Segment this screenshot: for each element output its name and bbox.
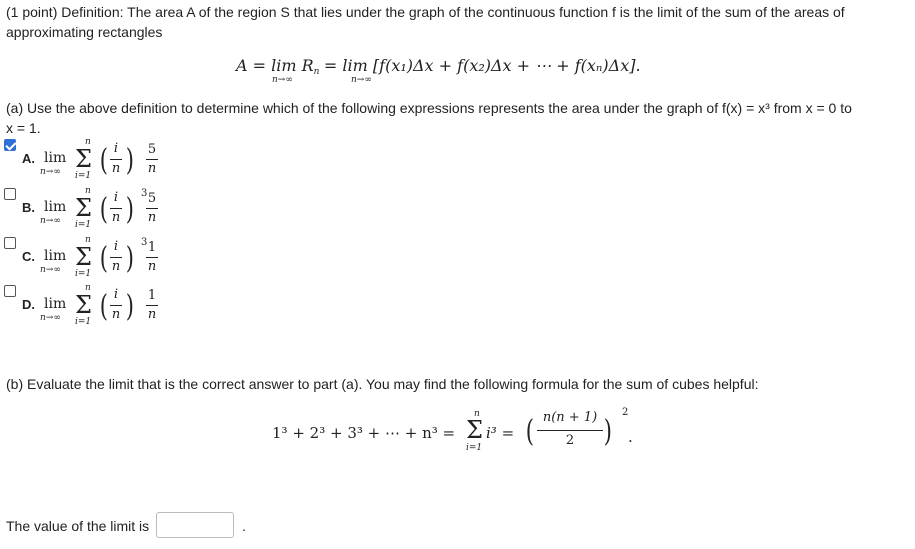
- sum-cubes-left-paren: (: [525, 414, 534, 449]
- part-a-line-1: (a) Use the above definition to determin…: [6, 100, 852, 116]
- option-inner-den: n: [111, 210, 121, 225]
- option-label: C.: [22, 249, 35, 264]
- option-inner-bar: [110, 208, 122, 209]
- option-checkbox-b[interactable]: [4, 188, 16, 200]
- option-inner-num: i: [113, 141, 119, 156]
- sum-cubes-term: i³ =: [486, 424, 515, 442]
- option-inner-bar: [110, 257, 122, 258]
- option-sigma-icon: Σ: [75, 243, 92, 271]
- option-sigma-icon: Σ: [75, 145, 92, 173]
- option-inner-bar: [110, 305, 122, 306]
- answer-input[interactable]: [156, 512, 234, 538]
- option-inner-num: i: [113, 287, 119, 302]
- sum-cubes-frac-den: 2: [565, 433, 575, 448]
- answer-label: The value of the limit is: [6, 518, 150, 534]
- option-bar: [146, 159, 158, 160]
- option-numerator: 5: [147, 191, 157, 206]
- option-denominator: n: [147, 259, 157, 274]
- option-sigma-icon: Σ: [75, 291, 92, 319]
- option-lim-under: n→∞: [40, 265, 61, 275]
- definition-formula: A = lim Rn = lim [f(x₁)Δx + f(x₂)Δx + ⋯ …: [236, 56, 641, 77]
- option-lim-under: n→∞: [40, 167, 61, 177]
- sum-cubes-frac-bar: [537, 430, 603, 431]
- option-inner-bar: [110, 159, 122, 160]
- option-denominator: n: [147, 161, 157, 176]
- option-numerator: 1: [147, 240, 157, 255]
- option-inner-num: i: [113, 239, 119, 254]
- definition-lhs: A = lim R: [236, 56, 314, 75]
- option-label: B.: [22, 200, 35, 215]
- option-sigma-icon: Σ: [75, 194, 92, 222]
- definition-lim-under-1: n→∞: [272, 75, 293, 85]
- option-sum-bottom: i=1: [75, 220, 92, 230]
- option-lim: lim: [44, 248, 67, 264]
- option-sum-bottom: i=1: [75, 317, 92, 327]
- option-denominator: n: [147, 307, 157, 322]
- option-lim: lim: [44, 150, 67, 166]
- sum-cubes-lhs: 1³ + 2³ + 3³ + ⋯ + n³ =: [272, 424, 455, 442]
- option-label: D.: [22, 297, 35, 312]
- option-inner-den: n: [111, 259, 121, 274]
- sum-cubes-outer-power: 2: [622, 407, 629, 418]
- option-bar: [146, 305, 158, 306]
- definition-lhs-sub: n: [313, 67, 320, 77]
- sum-cubes-right-paren: ): [603, 414, 612, 449]
- option-bar: [146, 257, 158, 258]
- definition-lim-under-2: n→∞: [351, 75, 372, 85]
- option-checkbox-a[interactable]: [4, 139, 16, 151]
- option-right-paren: ): [125, 192, 134, 227]
- option-lim: lim: [44, 199, 67, 215]
- sum-cubes-sum-bottom: i=1: [466, 443, 483, 453]
- option-checkbox-d[interactable]: [4, 285, 16, 297]
- intro-line-2: approximating rectangles: [6, 24, 163, 40]
- option-right-paren: ): [125, 289, 134, 324]
- option-inner-den: n: [111, 307, 121, 322]
- option-lim-under: n→∞: [40, 216, 61, 226]
- part-a-line-2: x = 1.: [6, 120, 41, 136]
- option-bar: [146, 208, 158, 209]
- definition-rhs: = lim [f(x₁)Δx + f(x₂)Δx + ⋯ + f(xₙ)Δx].: [323, 56, 641, 75]
- part-b-text: (b) Evaluate the limit that is the corre…: [6, 376, 759, 392]
- intro-line-1: (1 point) Definition: The area A of the …: [6, 4, 845, 20]
- option-lim: lim: [44, 296, 67, 312]
- sum-cubes-frac-num: n(n + 1): [542, 410, 598, 425]
- option-right-paren: ): [125, 143, 134, 178]
- option-checkbox-c[interactable]: [4, 237, 16, 249]
- option-denominator: n: [147, 210, 157, 225]
- sum-cubes-period: .: [628, 428, 633, 446]
- sum-cubes-sigma-icon: Σ: [466, 416, 483, 444]
- option-inner-num: i: [113, 190, 119, 205]
- option-inner-den: n: [111, 161, 121, 176]
- answer-trailing-period: .: [242, 518, 246, 534]
- option-numerator: 1: [147, 288, 157, 303]
- option-sum-bottom: i=1: [75, 171, 92, 181]
- option-label: A.: [22, 151, 35, 166]
- option-numerator: 5: [147, 142, 157, 157]
- sum-cubes-lhs-text: 1³ + 2³ + 3³ + ⋯ + n³ =: [272, 424, 456, 442]
- option-sum-bottom: i=1: [75, 269, 92, 279]
- option-lim-under: n→∞: [40, 313, 61, 323]
- option-right-paren: ): [125, 241, 134, 276]
